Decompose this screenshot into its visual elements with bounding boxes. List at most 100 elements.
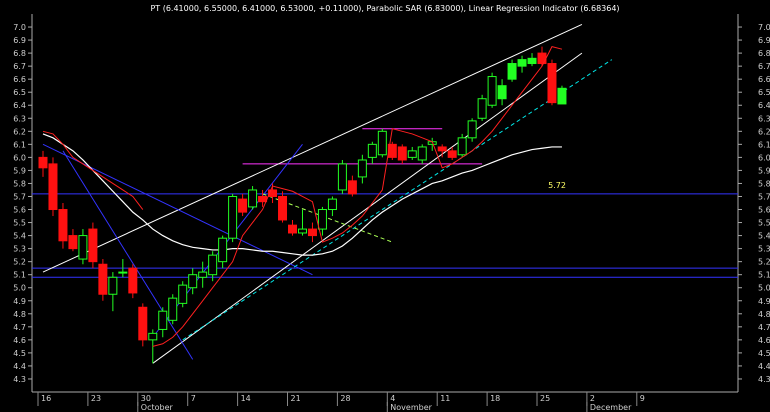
y-tick-label-left: 5.7 [13, 192, 26, 201]
y-tick-label-left: 6.6 [13, 75, 26, 84]
candle-body-down [397, 146, 407, 161]
y-tick-label-left: 6.0 [13, 153, 26, 162]
y-tick-label-right: 6.1 [758, 140, 770, 149]
candle-body-up [168, 297, 178, 321]
y-tick-label-right: 4.4 [758, 362, 770, 371]
y-tick-label-left: 6.8 [13, 49, 26, 58]
candle-body-down [278, 195, 288, 221]
candle-body-up [417, 146, 427, 161]
candle-body-up [178, 284, 188, 304]
y-tick-label-right: 6.2 [758, 127, 770, 136]
x-tick-label: 14 [241, 394, 251, 403]
candle-body-up [507, 63, 517, 80]
x-tick-label: 30 [141, 394, 151, 403]
y-tick-label-right: 6.5 [758, 88, 770, 97]
y-tick-label-right: 4.5 [758, 349, 770, 358]
level-annotation: 5.72 [548, 181, 566, 190]
month-label: November [390, 403, 432, 412]
y-tick-label-left: 5.9 [13, 166, 26, 175]
y-tick-label-right: 4.7 [758, 323, 770, 332]
x-tick-label: 28 [340, 394, 350, 403]
y-tick-label-right: 6.8 [758, 49, 770, 58]
y-tick-label-right: 4.6 [758, 336, 770, 345]
candle-body-down [128, 267, 138, 294]
stock-chart: 5.72 7.0 7.0 6.9 6.9 6.8 6.8 6.7 6.7 6.6 6.6 6.5 6.… [0, 0, 770, 412]
candle-body-up [248, 189, 258, 208]
candle-body-down [98, 263, 108, 295]
y-tick-label-left: 4.7 [13, 323, 26, 332]
x-tick-label: 9 [640, 394, 645, 403]
y-tick-label-left: 7.0 [13, 23, 26, 32]
candle-body-up [228, 195, 238, 239]
candle-body-down [58, 209, 68, 242]
candle-body-up [218, 237, 228, 263]
candle-body-down [547, 63, 557, 104]
y-tick-label-right: 5.1 [758, 271, 770, 280]
y-tick-label-left: 5.2 [13, 258, 26, 267]
y-tick-label-left: 6.9 [13, 36, 26, 45]
candle-body-down [288, 224, 297, 234]
y-tick-label-left: 5.0 [13, 284, 26, 293]
y-tick-label-right: 5.9 [758, 166, 770, 175]
x-tick-label: 21 [291, 394, 301, 403]
candle-body-down [447, 150, 457, 158]
candle-body-up [158, 310, 168, 330]
y-tick-label-left: 4.3 [13, 375, 26, 384]
candle-body-up [208, 254, 218, 276]
candle-body-down [238, 198, 248, 213]
y-tick-label-right: 5.2 [758, 258, 770, 267]
candle-body-up [297, 228, 307, 234]
candle-body-up [487, 76, 497, 106]
candle-body-up [377, 130, 387, 156]
y-tick-label-right: 6.6 [758, 75, 770, 84]
y-tick-label-left: 6.4 [13, 101, 26, 110]
y-tick-label-left: 6.1 [13, 140, 26, 149]
candle-body-down [48, 163, 58, 211]
y-tick-label-left: 5.4 [13, 232, 26, 241]
x-tick-label: 16 [41, 394, 51, 403]
y-tick-label-right: 5.5 [758, 219, 770, 228]
y-tick-label-right: 5.7 [758, 192, 770, 201]
y-tick-label-right: 6.3 [758, 114, 770, 123]
chart-title: PT (6.41000, 6.55000, 6.41000, 6.53000, … [150, 4, 619, 13]
candle-body-up [367, 143, 377, 158]
candle-body-down [537, 52, 547, 65]
y-tick-label-right: 6.7 [758, 62, 770, 71]
candle-body-up [198, 271, 208, 278]
candle-body-up [148, 332, 158, 341]
x-tick-label: 2 [590, 394, 595, 403]
candle-body-up [527, 57, 537, 65]
y-tick-label-left: 5.5 [13, 219, 26, 228]
y-tick-label-left: 4.9 [13, 297, 26, 306]
month-label: October [141, 403, 174, 412]
x-tick-label: 11 [440, 394, 450, 403]
y-tick-label-left: 5.8 [13, 179, 26, 188]
candle-body-up [457, 137, 467, 156]
x-tick-label: 4 [390, 394, 395, 403]
y-tick-label-left: 5.3 [13, 245, 26, 254]
y-tick-label-left: 4.6 [13, 336, 26, 345]
y-tick-label-right: 5.3 [758, 245, 770, 254]
y-tick-label-left: 4.4 [13, 362, 26, 371]
candle-body-down [88, 228, 98, 263]
y-tick-label-right: 7.0 [758, 23, 770, 32]
x-tick-label: 25 [540, 394, 550, 403]
y-tick-label-left: 6.5 [13, 88, 26, 97]
candle-body-up [407, 150, 417, 158]
y-tick-label-right: 5.6 [758, 206, 770, 215]
y-tick-label-right: 4.8 [758, 310, 770, 319]
y-tick-label-right: 5.4 [758, 232, 770, 241]
y-tick-label-left: 5.6 [13, 206, 26, 215]
candle-body-up [327, 198, 337, 211]
y-tick-label-right: 6.0 [758, 153, 770, 162]
candle-body-down [258, 195, 268, 203]
candle-body-down [437, 146, 447, 152]
y-tick-label-right: 6.9 [758, 36, 770, 45]
y-tick-label-right: 4.9 [758, 297, 770, 306]
month-label: December [590, 403, 632, 412]
y-tick-label-left: 5.1 [13, 271, 26, 280]
y-tick-label-left: 6.2 [13, 127, 26, 136]
candle-body-up [467, 120, 477, 139]
y-tick-label-left: 4.5 [13, 349, 26, 358]
candle-body-up [557, 87, 567, 105]
